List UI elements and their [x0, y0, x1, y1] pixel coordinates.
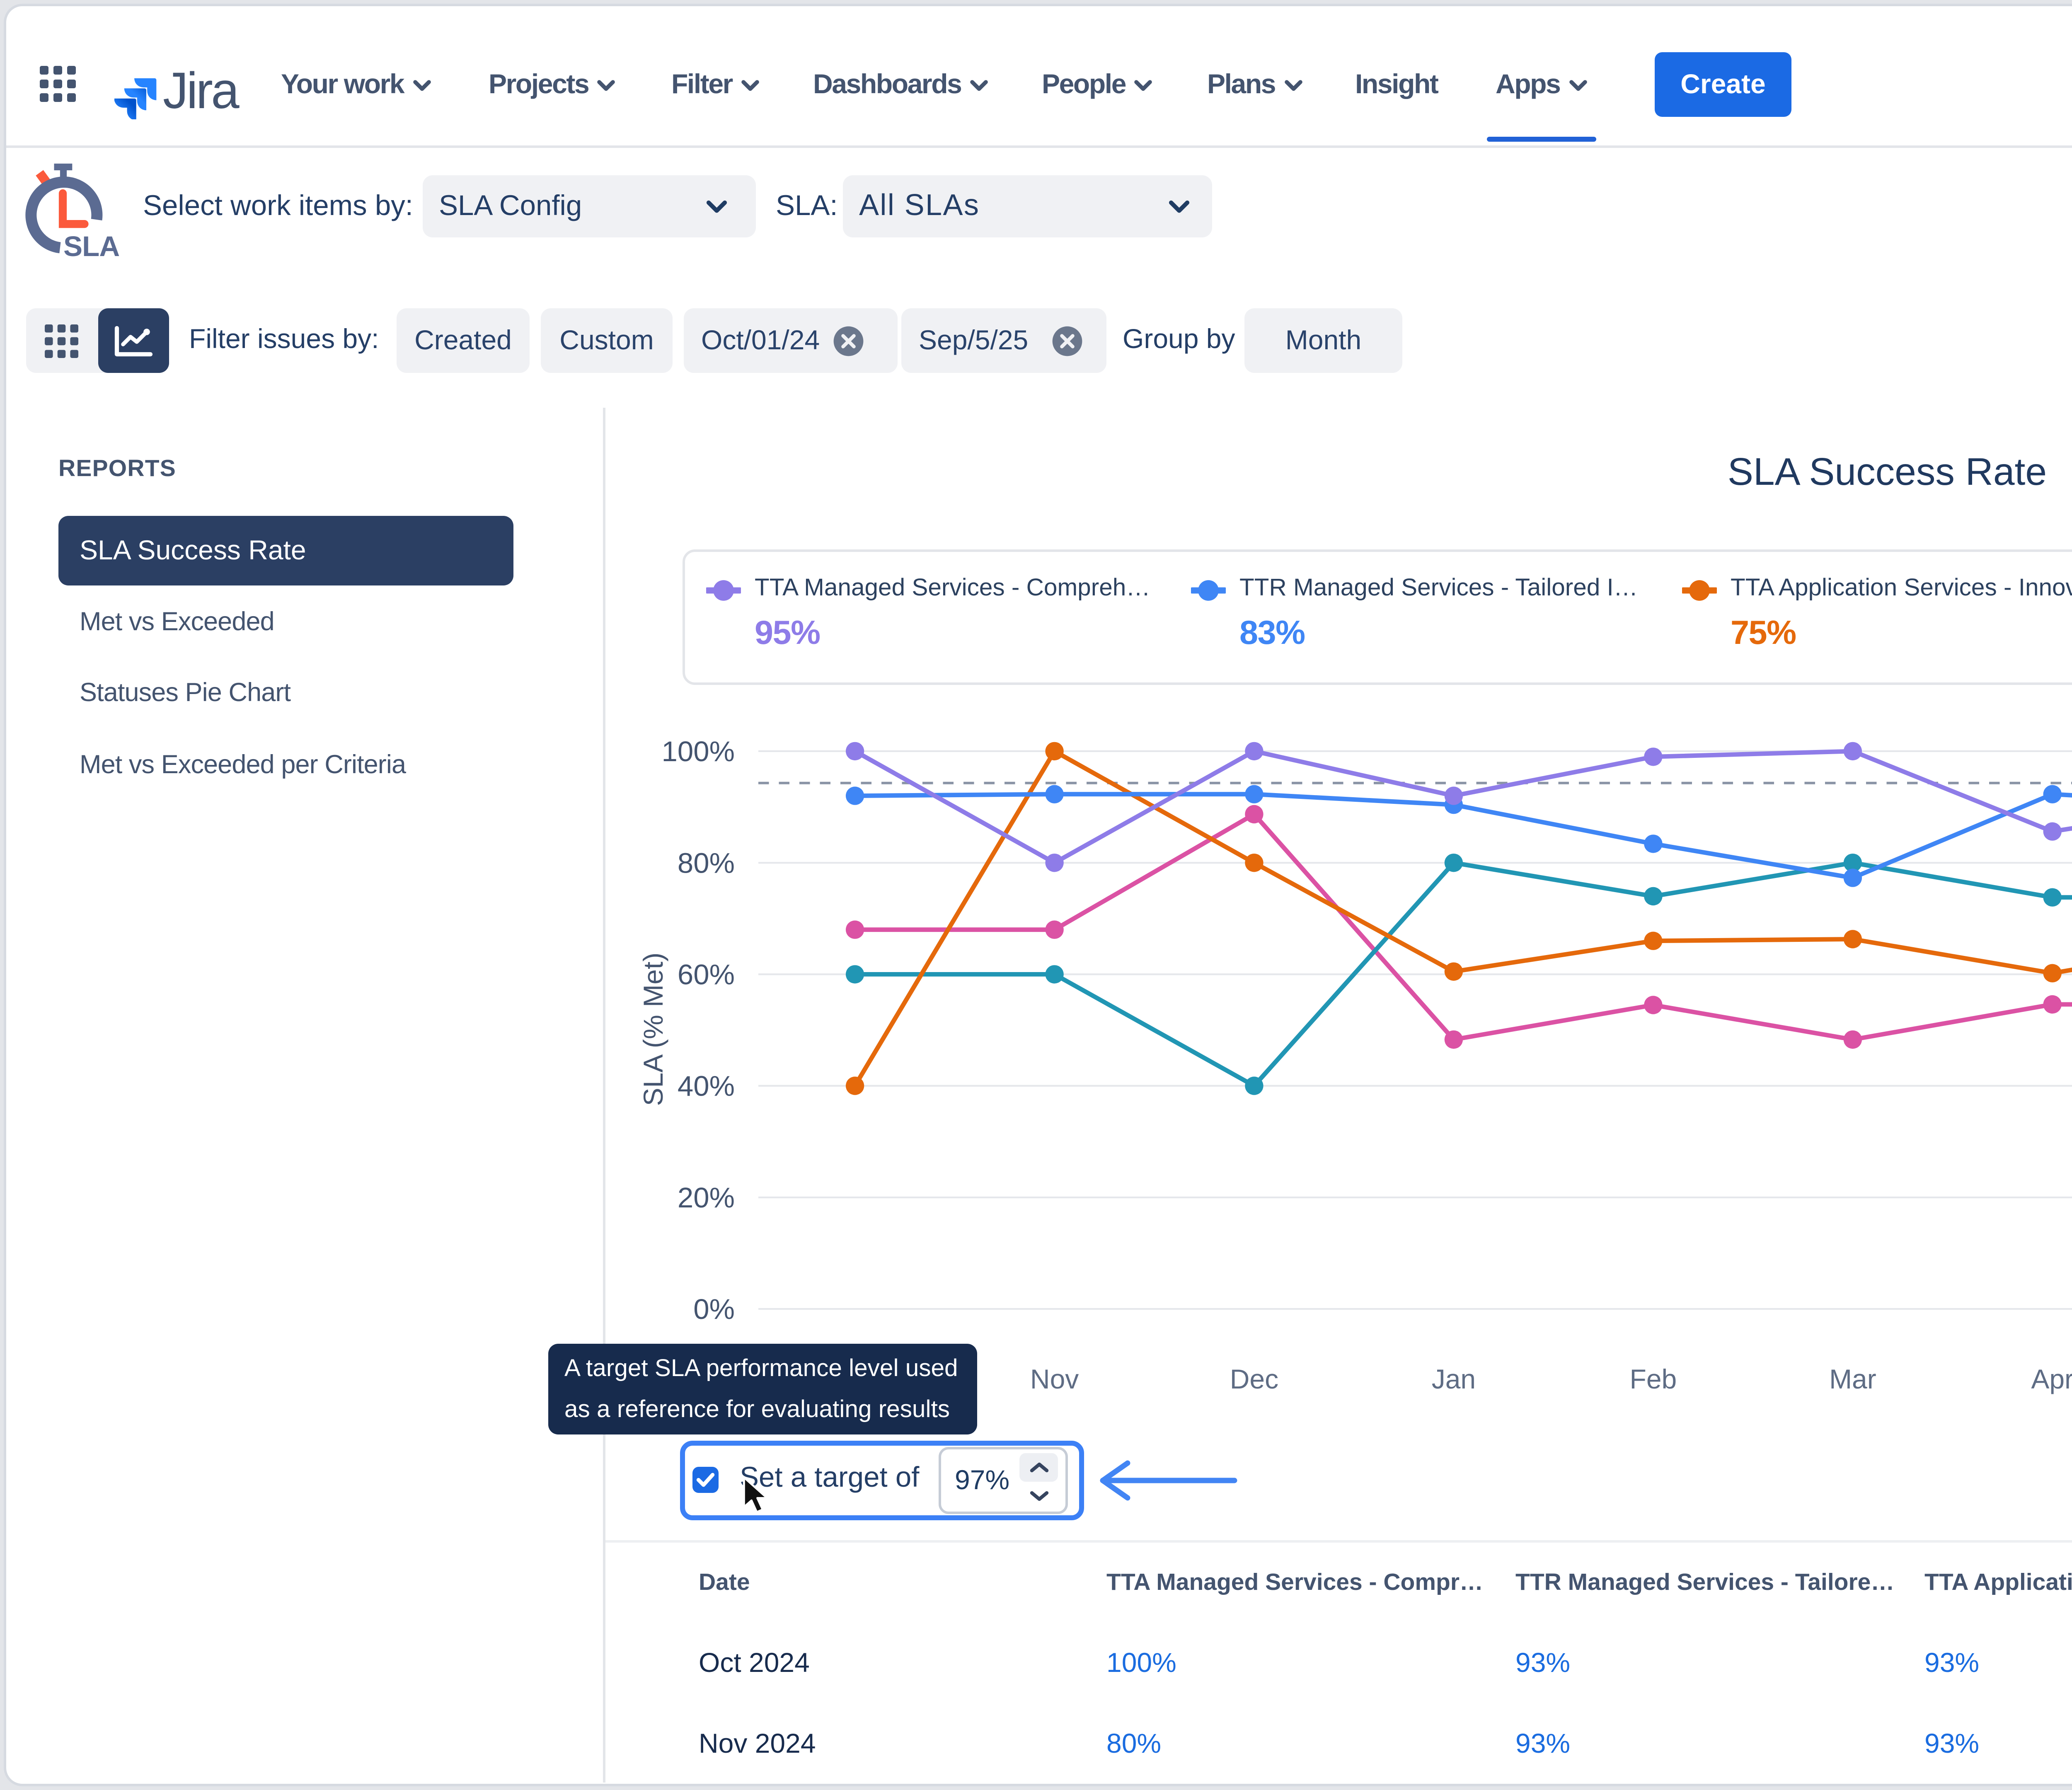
svg-text:Jan: Jan: [1432, 1364, 1476, 1394]
svg-text:Dec: Dec: [1230, 1364, 1278, 1394]
svg-text:0%: 0%: [693, 1293, 735, 1325]
svg-text:60%: 60%: [678, 958, 735, 990]
svg-text:40%: 40%: [678, 1070, 735, 1102]
svg-text:Apr: Apr: [2031, 1364, 2072, 1394]
svg-text:20%: 20%: [678, 1182, 735, 1214]
svg-text:80%: 80%: [678, 847, 735, 879]
svg-text:Mar: Mar: [1829, 1364, 1876, 1394]
svg-text:Feb: Feb: [1630, 1364, 1677, 1394]
svg-text:100%: 100%: [662, 735, 735, 767]
svg-text:Nov: Nov: [1030, 1364, 1079, 1394]
